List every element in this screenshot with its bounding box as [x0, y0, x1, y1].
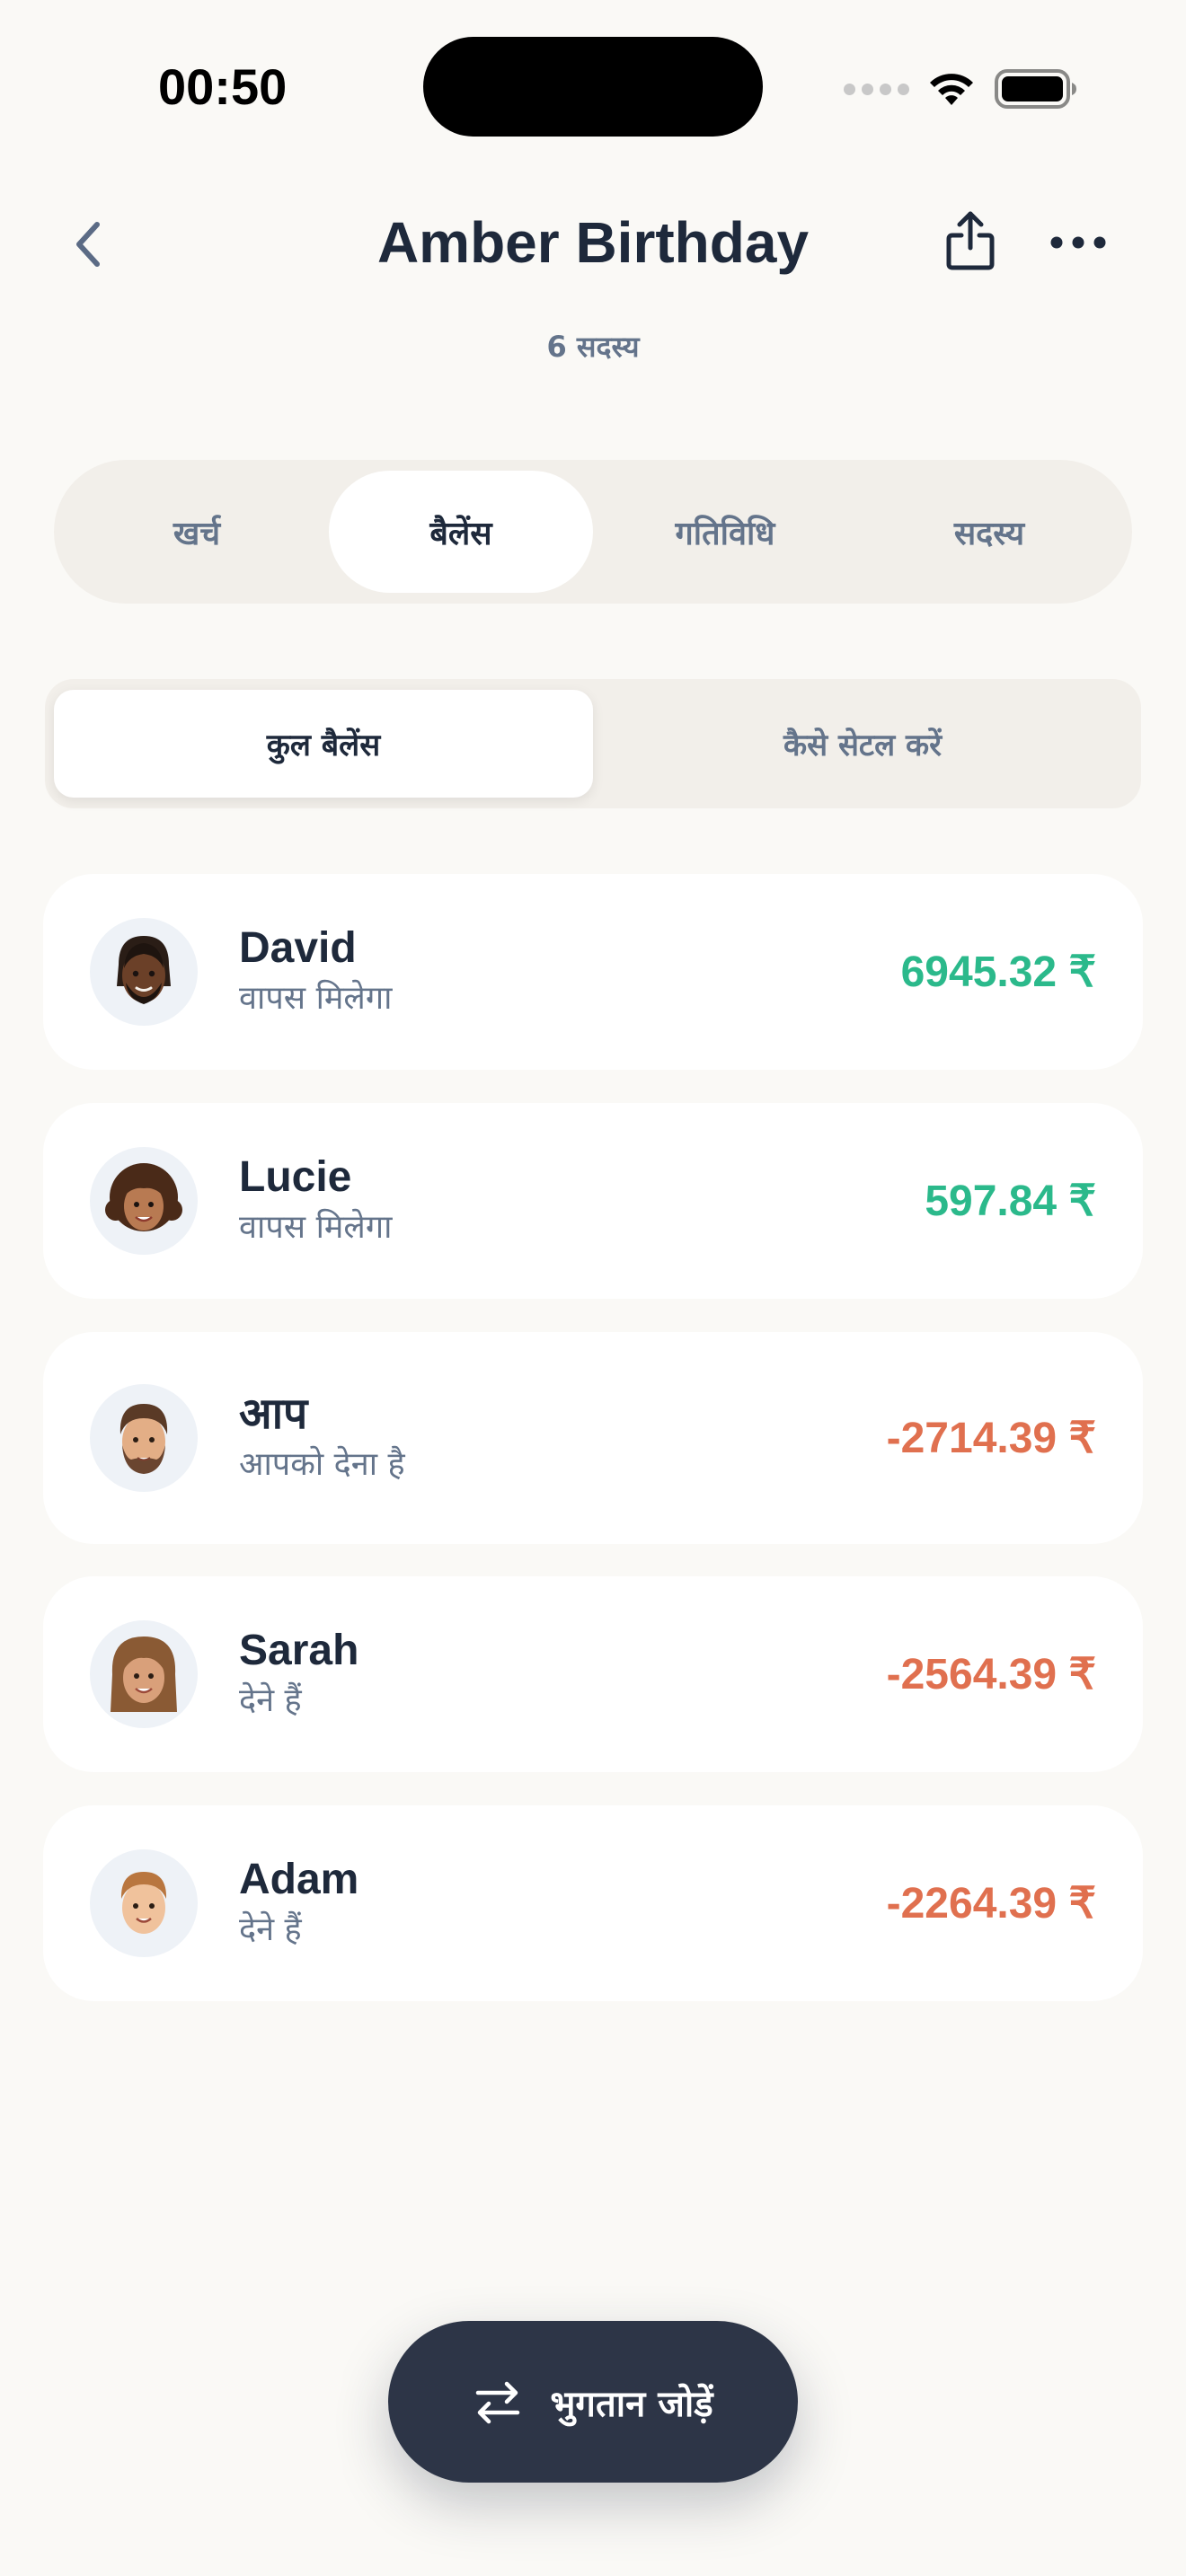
- balance-status: वापस मिलेगा: [239, 980, 393, 1017]
- balance-amount: -2264.39 ₹: [886, 1880, 1096, 1928]
- chevron-left-icon: [76, 222, 100, 267]
- status-time: 00:50: [158, 58, 288, 115]
- avatar: [90, 1849, 198, 1957]
- balance-view-segmented-control: कुल बैलेंस कैसे सेटल करें: [45, 679, 1141, 808]
- avatar: [90, 1147, 198, 1255]
- back-button[interactable]: [63, 208, 113, 280]
- memoji-avatar-curly-hair: [105, 1163, 182, 1231]
- tab-balances[interactable]: बैलेंस: [329, 471, 593, 593]
- balance-amount: 6945.32 ₹: [900, 948, 1096, 996]
- memoji-avatar-short-hair: [120, 1872, 167, 1934]
- balance-row[interactable]: Adam देने हैं -2264.39 ₹: [43, 1805, 1143, 2001]
- balance-row[interactable]: आप आपको देना है -2714.39 ₹: [43, 1332, 1143, 1544]
- member-name: आप: [239, 1390, 308, 1438]
- member-name: Sarah: [239, 1627, 359, 1674]
- tab-activity[interactable]: गतिविधि: [593, 471, 857, 593]
- ellipsis-icon: [1050, 236, 1106, 249]
- battery-icon: [995, 69, 1076, 109]
- arrows-exchange-icon: [476, 2381, 520, 2424]
- member-name: Lucie: [239, 1153, 352, 1201]
- share-icon: [946, 211, 995, 270]
- add-payment-label: भुगतान जोड़ें: [550, 2383, 713, 2425]
- add-payment-button[interactable]: भुगतान जोड़ें: [388, 2321, 798, 2483]
- memoji-avatar-long-wavy-hair: [111, 1636, 177, 1712]
- memoji-avatar-beard: [119, 1404, 168, 1474]
- balance-status: आपको देना है: [239, 1446, 405, 1483]
- member-name: Adam: [239, 1856, 359, 1903]
- segment-total-balance[interactable]: कुल बैलेंस: [54, 690, 593, 798]
- balance-amount: -2564.39 ₹: [886, 1651, 1096, 1698]
- segment-how-to-settle[interactable]: कैसे सेटल करें: [593, 690, 1132, 798]
- balance-status: वापस मिलेगा: [239, 1209, 393, 1246]
- cellular-signal-icon: [844, 83, 909, 95]
- avatar: [90, 918, 198, 1026]
- page-title: Amber Birthday: [376, 210, 810, 275]
- member-count: 6 सदस्य: [546, 330, 640, 364]
- dynamic-island: [423, 37, 763, 137]
- status-icons: [844, 66, 1078, 111]
- tab-members[interactable]: सदस्य: [857, 471, 1121, 593]
- member-name: David: [239, 924, 357, 972]
- more-options-button[interactable]: [1042, 216, 1114, 269]
- main-tabs: खर्च बैलेंस गतिविधि सदस्य: [54, 460, 1132, 604]
- avatar: [90, 1620, 198, 1728]
- screen: 00:50 Amber Birthday 6 सदस्य खर्च बैलेंस…: [0, 0, 1186, 2576]
- avatar: [90, 1384, 198, 1492]
- balance-amount: 597.84 ₹: [925, 1178, 1096, 1225]
- balance-row[interactable]: David वापस मिलेगा 6945.32 ₹: [43, 874, 1143, 1070]
- wifi-icon: [930, 74, 973, 105]
- balance-row[interactable]: Lucie वापस मिलेगा 597.84 ₹: [43, 1103, 1143, 1299]
- balance-row[interactable]: Sarah देने हैं -2564.39 ₹: [43, 1576, 1143, 1772]
- balance-status: देने हैं: [239, 1682, 302, 1719]
- share-button[interactable]: [943, 205, 997, 277]
- balance-status: देने हैं: [239, 1911, 302, 1948]
- memoji-avatar-dreadlocks: [117, 936, 171, 1004]
- tab-expenses[interactable]: खर्च: [65, 471, 329, 593]
- balance-amount: -2714.39 ₹: [886, 1415, 1096, 1462]
